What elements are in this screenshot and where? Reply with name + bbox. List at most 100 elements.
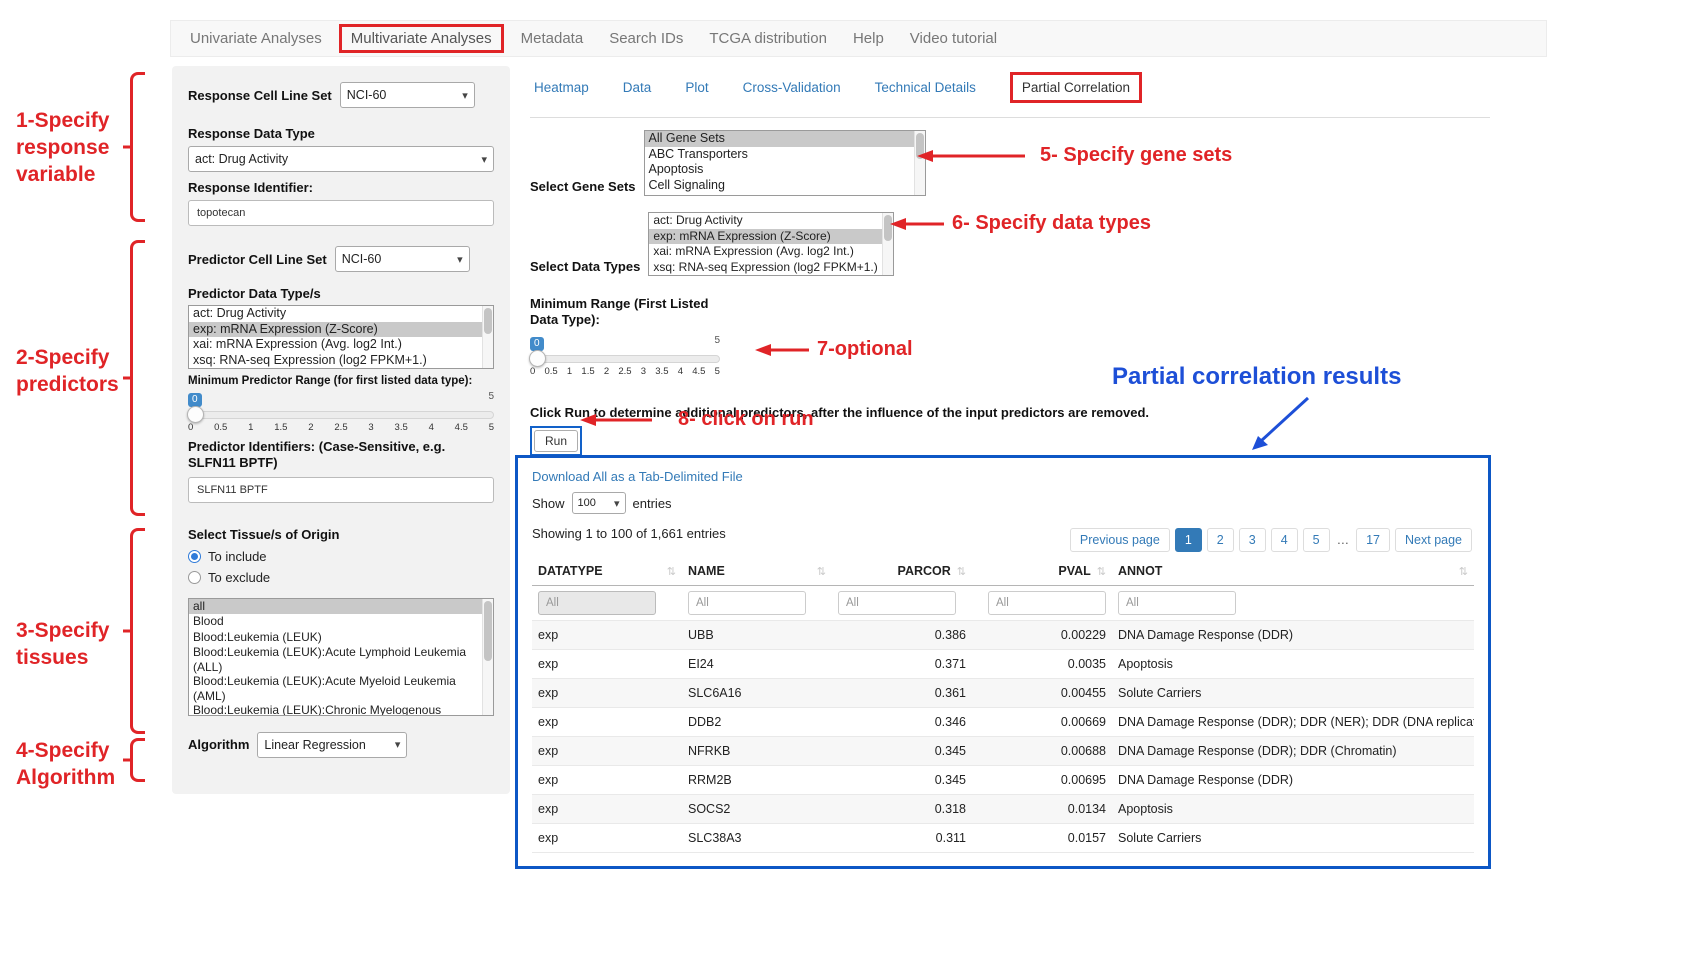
listbox-option-selected[interactable]: All Gene Sets [645, 131, 925, 147]
page-button-4[interactable]: 4 [1271, 528, 1298, 552]
listbox-option[interactable]: ABC Transporters [645, 147, 913, 163]
nav-help[interactable]: Help [840, 24, 897, 53]
nav-univariate-analyses[interactable]: Univariate Analyses [177, 24, 335, 53]
gene-sets-listbox[interactable]: All Gene Sets ABC Transporters Apoptosis… [644, 130, 926, 196]
table-row[interactable]: exp SOCS2 0.318 0.0134 Apoptosis [532, 794, 1474, 823]
listbox-option[interactable]: xai: mRNA Expression (Avg. log2 Int.) [189, 337, 481, 353]
entries-per-page-select[interactable]: 100 ▾ [572, 492, 626, 514]
predictor-cell-line-set-select[interactable]: NCI-60 ▾ [335, 246, 470, 272]
run-button[interactable]: Run [534, 430, 578, 452]
column-header-annot[interactable]: ANNOT ⇅ [1112, 557, 1474, 585]
data-types-label: Select Data Types [530, 259, 640, 274]
data-types-listbox[interactable]: act: Drug Activity exp: mRNA Expression … [648, 212, 894, 276]
table-row[interactable]: exp UBB 0.386 0.00229 DNA Damage Respons… [532, 620, 1474, 649]
listbox-option[interactable]: xsq: RNA-seq Expression (log2 FPKM+1.) [189, 353, 481, 369]
listbox-option[interactable]: Blood:Leukemia (LEUK) [189, 630, 481, 646]
slider-handle[interactable] [187, 406, 204, 423]
nav-multivariate-analyses[interactable]: Multivariate Analyses [339, 24, 504, 53]
predictor-identifiers-input[interactable] [188, 477, 494, 503]
listbox-option[interactable]: act: Drug Activity [189, 306, 481, 322]
response-identifier-input[interactable] [188, 200, 494, 226]
nav-video-tutorial[interactable]: Video tutorial [897, 24, 1010, 53]
listbox-option[interactable]: Blood:Leukemia (LEUK):Acute Myeloid Leuk… [189, 674, 481, 703]
slider-track[interactable] [188, 411, 494, 419]
sort-icon: ⇅ [1459, 565, 1468, 578]
column-header-datatype[interactable]: DATATYPE ⇅ [532, 557, 682, 585]
slider-tick: 2 [308, 422, 313, 433]
slider-tick: 0.5 [214, 422, 227, 433]
annotation-click-run: 8- click on run [678, 407, 814, 433]
listbox-option[interactable]: xsq: RNA-seq Expression (log2 FPKM+1.) [649, 260, 881, 276]
tab-cross-validation[interactable]: Cross-Validation [743, 80, 841, 95]
listbox-option-selected[interactable]: all [189, 599, 493, 615]
page-button-1[interactable]: 1 [1175, 528, 1202, 552]
page-button-2[interactable]: 2 [1207, 528, 1234, 552]
listbox-option[interactable]: Blood:Leukemia (LEUK):Acute Lymphoid Leu… [189, 645, 481, 674]
listbox-option[interactable]: Apoptosis [645, 162, 913, 178]
cell-name: SLC6A16 [682, 679, 832, 707]
algorithm-select[interactable]: Linear Regression ▾ [257, 732, 407, 758]
slider-handle[interactable] [529, 350, 546, 367]
min-range-slider[interactable]: 0 5 0 0.5 1 1.5 2 2.5 3 3.5 4 4.5 5 [530, 333, 720, 377]
table-row[interactable]: exp RRM2B 0.345 0.00695 DNA Damage Respo… [532, 765, 1474, 794]
filter-parcor-input[interactable] [838, 591, 956, 615]
page-button-3[interactable]: 3 [1239, 528, 1266, 552]
tissue-origin-label: Select Tissue/s of Origin [188, 527, 494, 542]
page-button-5[interactable]: 5 [1303, 528, 1330, 552]
nav-tcga-distribution[interactable]: TCGA distribution [696, 24, 840, 53]
slider-tick: 4.5 [455, 422, 468, 433]
listbox-option[interactable]: Cell Signaling [645, 178, 913, 194]
listbox-option[interactable]: Blood [189, 614, 481, 630]
response-data-type-select[interactable]: act: Drug Activity ▾ [188, 146, 494, 172]
next-page-button[interactable]: Next page [1395, 528, 1472, 552]
min-predictor-range-slider[interactable]: 0 5 0 0.5 1 1.5 2 2.5 3 3.5 4 4.5 5 [188, 389, 494, 433]
tissue-listbox[interactable]: all Blood Blood:Leukemia (LEUK) Blood:Le… [188, 598, 494, 716]
filter-pval-input[interactable] [988, 591, 1106, 615]
predictor-cell-line-set-label: Predictor Cell Line Set [188, 252, 327, 267]
column-header-parcor[interactable]: PARCOR ⇅ [832, 557, 972, 585]
listbox-option[interactable]: Blood:Leukemia (LEUK):Chronic Myelogenou… [189, 703, 481, 716]
nav-search-ids[interactable]: Search IDs [596, 24, 696, 53]
filter-datatype-input[interactable] [538, 591, 656, 615]
nav-metadata[interactable]: Metadata [508, 24, 597, 53]
listbox-option-selected[interactable]: exp: mRNA Expression (Z-Score) [649, 229, 893, 245]
download-all-link[interactable]: Download All as a Tab-Delimited File [532, 469, 743, 484]
table-row[interactable]: exp DDB2 0.346 0.00669 DNA Damage Respon… [532, 707, 1474, 736]
cell-datatype: exp [532, 679, 682, 707]
scrollbar[interactable] [482, 306, 493, 368]
cell-parcor: 0.345 [832, 766, 972, 794]
listbox-option[interactable]: xai: mRNA Expression (Avg. log2 Int.) [649, 244, 881, 260]
arrow-to-run [578, 412, 654, 428]
tab-heatmap[interactable]: Heatmap [534, 80, 589, 95]
listbox-option[interactable]: act: Drug Activity [649, 213, 881, 229]
tissue-include-radio[interactable]: To include [188, 548, 494, 565]
scrollbar-thumb[interactable] [484, 308, 492, 334]
scrollbar[interactable] [482, 599, 493, 715]
cell-name: SOCS2 [682, 795, 832, 823]
slider-track[interactable] [530, 355, 720, 363]
scrollbar-thumb[interactable] [484, 601, 492, 661]
predictor-data-types-listbox[interactable]: act: Drug Activity exp: mRNA Expression … [188, 305, 494, 369]
slider-max-label: 5 [488, 391, 494, 402]
tissue-exclude-radio[interactable]: To exclude [188, 569, 494, 586]
tab-data[interactable]: Data [623, 80, 652, 95]
radio-unchecked-icon [188, 571, 201, 584]
filter-annot-input[interactable] [1118, 591, 1236, 615]
table-row[interactable]: exp SLC38A3 0.311 0.0157 Solute Carriers [532, 823, 1474, 852]
tab-plot[interactable]: Plot [685, 80, 708, 95]
filter-name-input[interactable] [688, 591, 806, 615]
table-row[interactable]: exp EI24 0.371 0.0035 Apoptosis [532, 649, 1474, 678]
response-cell-line-set-select[interactable]: NCI-60 ▾ [340, 82, 475, 108]
listbox-option-selected[interactable]: exp: mRNA Expression (Z-Score) [189, 322, 493, 338]
column-header-name[interactable]: NAME ⇅ [682, 557, 832, 585]
column-label: PARCOR [898, 564, 951, 578]
previous-page-button[interactable]: Previous page [1070, 528, 1170, 552]
column-header-pval[interactable]: PVAL ⇅ [972, 557, 1112, 585]
tab-partial-correlation[interactable]: Partial Correlation [1010, 72, 1142, 103]
table-row[interactable]: exp SLC6A16 0.361 0.00455 Solute Carrier… [532, 678, 1474, 707]
sort-icon: ⇅ [667, 565, 676, 578]
page-button-17[interactable]: 17 [1356, 528, 1390, 552]
table-row[interactable]: exp NFRKB 0.345 0.00688 DNA Damage Respo… [532, 736, 1474, 765]
chevron-down-icon: ▾ [457, 253, 463, 266]
tab-technical-details[interactable]: Technical Details [875, 80, 976, 95]
